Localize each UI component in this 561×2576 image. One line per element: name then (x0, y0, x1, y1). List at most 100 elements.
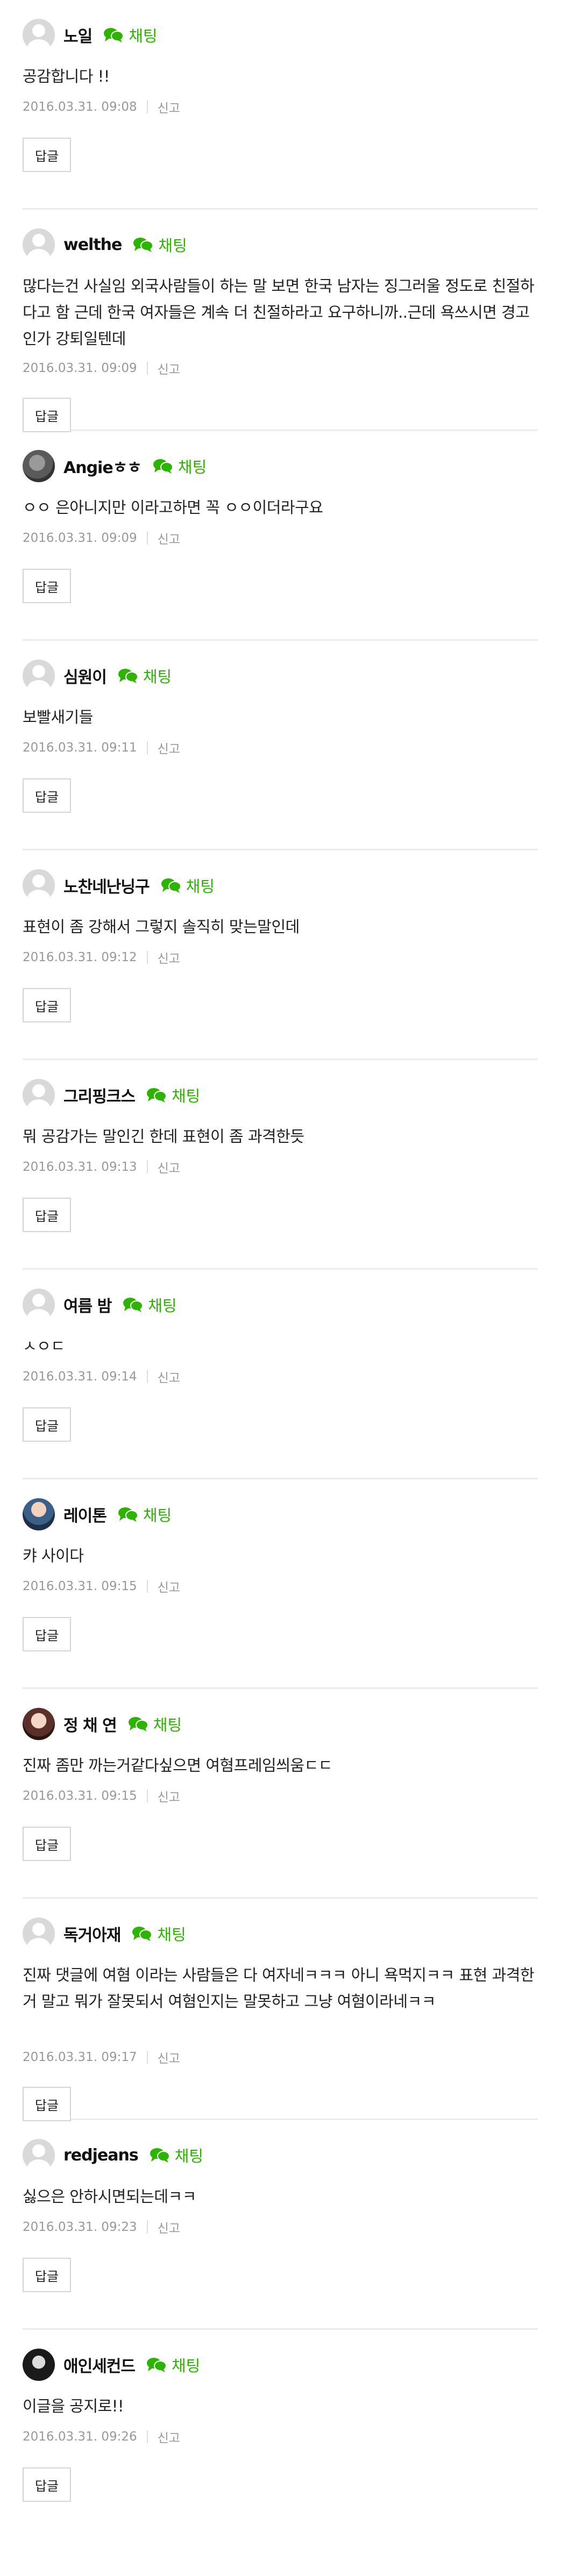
chat-link[interactable]: 채팅 (146, 1084, 200, 1106)
avatar[interactable] (23, 1079, 55, 1111)
reply-button[interactable]: 답글 (23, 2258, 71, 2292)
comment-text: ㅅㅇㄷ (23, 1337, 65, 1355)
reply-button[interactable]: 답글 (23, 2087, 71, 2121)
comment-item: 심원이 채팅 보빨새기들 2016.03.31. 09:11 신고 답글 (23, 641, 538, 850)
nickname[interactable]: 애인세컨드 (63, 2353, 136, 2377)
reply-button[interactable]: 답글 (23, 1198, 71, 1232)
nickname[interactable]: Angieㅎㅎ (63, 454, 142, 478)
avatar[interactable] (23, 228, 55, 261)
avatar[interactable] (23, 2139, 55, 2171)
reply-button[interactable]: 답글 (23, 1617, 71, 1651)
avatar[interactable] (23, 660, 55, 692)
report-link[interactable]: 신고 (158, 1577, 180, 1595)
reply-button[interactable]: 답글 (23, 1407, 71, 1442)
reply-button[interactable]: 답글 (23, 138, 71, 172)
nickname[interactable]: 여름 밤 (63, 1293, 112, 1316)
comment-text: 공감합니다 !! (23, 67, 110, 85)
chat-link[interactable]: 채팅 (103, 24, 158, 46)
chat-link[interactable]: 채팅 (152, 455, 207, 477)
comment-header: 심원이 채팅 (23, 659, 172, 692)
reply-button[interactable]: 답글 (23, 569, 71, 603)
comment-meta: 2016.03.31. 09:15 신고 (23, 1787, 180, 1805)
comment-item: Angieㅎㅎ 채팅 ㅇㅇ 은아니지만 이라고하면 꼭 ㅇㅇ이더라구요 2016… (23, 431, 538, 641)
chat-bubble-icon (153, 459, 173, 474)
comment-header: Angieㅎㅎ 채팅 (23, 449, 207, 483)
chat-bubble-icon (147, 2358, 167, 2372)
comment-header: 여름 밤 채팅 (23, 1288, 177, 1321)
chat-link[interactable]: 채팅 (127, 1713, 182, 1735)
nickname[interactable]: 그리핑크스 (63, 1083, 136, 1107)
comment-header: redjeans 채팅 (23, 2138, 203, 2172)
chat-link[interactable]: 채팅 (160, 874, 215, 897)
avatar[interactable] (23, 2349, 55, 2381)
reply-button[interactable]: 답글 (23, 2467, 71, 2502)
report-link[interactable]: 신고 (158, 359, 180, 377)
meta-divider (146, 1790, 148, 1802)
reply-button[interactable]: 답글 (23, 988, 71, 1022)
nickname[interactable]: 독거아재 (63, 1922, 121, 1945)
report-link[interactable]: 신고 (158, 948, 180, 967)
nickname[interactable]: redjeans (63, 2146, 139, 2165)
avatar[interactable] (23, 1708, 55, 1740)
comment-header: 노찬네난닝구 채팅 (23, 869, 215, 902)
comment-text: ㅇㅇ 은아니지만 이라고하면 꼭 ㅇㅇ이더라구요 (23, 498, 323, 517)
comment-list: 노일 채팅 공감합니다 !! 2016.03.31. 09:08 신고 답글 w… (0, 0, 561, 2539)
comment-header: 그리핑크스 채팅 (23, 1078, 200, 1112)
report-link[interactable]: 신고 (158, 1368, 180, 1386)
reply-button[interactable]: 답글 (23, 778, 71, 813)
avatar[interactable] (23, 19, 55, 51)
reply-button[interactable]: 답글 (23, 398, 71, 432)
comment-meta: 2016.03.31. 09:26 신고 (23, 2428, 180, 2446)
report-link[interactable]: 신고 (158, 529, 180, 547)
comment-date: 2016.03.31. 09:13 (23, 1160, 137, 1174)
comment-item: 그리핑크스 채팅 뭐 공감가는 말인긴 한데 표현이 좀 과격한듯 2016.0… (23, 1060, 538, 1270)
avatar[interactable] (23, 1289, 55, 1321)
comment-date: 2016.03.31. 09:15 (23, 1789, 137, 1803)
comment-header: 정 채 연 채팅 (23, 1707, 182, 1741)
comment-date: 2016.03.31. 09:11 (23, 741, 137, 755)
chat-link[interactable]: 채팅 (132, 233, 187, 256)
comment-item: 레이톤 채팅 캬 사이다 2016.03.31. 09:15 신고 답글 (23, 1479, 538, 1689)
report-link[interactable]: 신고 (158, 2048, 180, 2066)
comment-text: 진짜 댓글에 여혐 이라는 사람들은 다 여자네ㅋㅋㅋ 아니 욕먹지ㅋㅋ 표현 … (23, 1966, 535, 2010)
avatar[interactable] (23, 869, 55, 901)
meta-divider (146, 2430, 148, 2443)
report-link[interactable]: 신고 (158, 98, 180, 116)
report-link[interactable]: 신고 (158, 739, 180, 757)
avatar[interactable] (23, 1498, 55, 1530)
meta-divider (146, 2221, 148, 2234)
nickname[interactable]: 노일 (63, 23, 93, 47)
comment-header: 애인세컨드 채팅 (23, 2348, 200, 2381)
comment-date: 2016.03.31. 09:23 (23, 2220, 137, 2234)
comment-date: 2016.03.31. 09:09 (23, 531, 137, 545)
nickname[interactable]: welthe (63, 235, 122, 254)
nickname[interactable]: 정 채 연 (63, 1712, 117, 1736)
report-link[interactable]: 신고 (158, 1787, 180, 1805)
comment-date: 2016.03.31. 09:08 (23, 100, 137, 114)
chat-link[interactable]: 채팅 (146, 2353, 200, 2376)
avatar[interactable] (23, 450, 55, 482)
comment-meta: 2016.03.31. 09:13 신고 (23, 1158, 180, 1176)
chat-link[interactable]: 채팅 (122, 1293, 177, 1316)
nickname[interactable]: 노찬네난닝구 (63, 874, 150, 897)
meta-divider (146, 1370, 148, 1383)
chat-link[interactable]: 채팅 (117, 664, 172, 687)
chat-label: 채팅 (174, 2147, 204, 2165)
meta-divider (146, 362, 148, 375)
chat-bubble-icon (161, 878, 181, 893)
report-link[interactable]: 신고 (158, 2218, 180, 2236)
avatar[interactable] (23, 1917, 55, 1950)
chat-label: 채팅 (148, 1297, 177, 1315)
comment-item: 여름 밤 채팅 ㅅㅇㄷ 2016.03.31. 09:14 신고 답글 (23, 1270, 538, 1479)
nickname[interactable]: 심원이 (63, 664, 107, 688)
chat-link[interactable]: 채팅 (149, 2144, 203, 2166)
comment-item: 애인세컨드 채팅 이글을 공지로!! 2016.03.31. 09:26 신고 … (23, 2330, 538, 2539)
chat-link[interactable]: 채팅 (131, 1922, 186, 1945)
chat-bubble-icon (104, 28, 124, 42)
chat-link[interactable]: 채팅 (117, 1503, 172, 1526)
comment-date: 2016.03.31. 09:12 (23, 950, 137, 964)
nickname[interactable]: 레이톤 (63, 1502, 107, 1526)
report-link[interactable]: 신고 (158, 1158, 180, 1176)
report-link[interactable]: 신고 (158, 2428, 180, 2446)
reply-button[interactable]: 답글 (23, 1827, 71, 1861)
